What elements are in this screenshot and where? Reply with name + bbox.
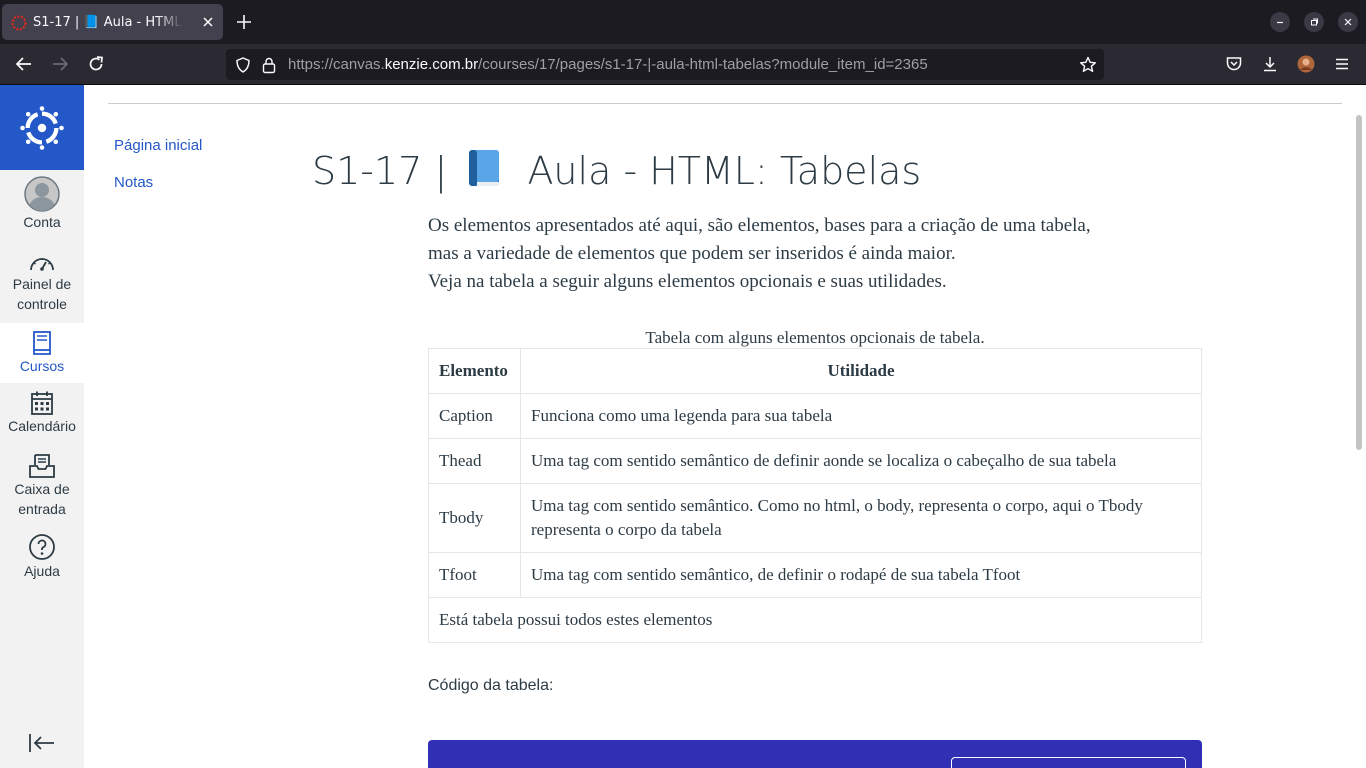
global-nav-help-label: Ajuda	[24, 563, 60, 579]
header-utilidade: Utilidade	[520, 348, 1202, 394]
course-nav-home-link[interactable]: Página inicial	[114, 135, 202, 157]
table-row: Tbody Uma tag com sentido semântico. Com…	[428, 483, 1202, 553]
restore-window-icon[interactable]	[1304, 12, 1324, 32]
page-title-prefix: S1-17 |	[312, 149, 448, 193]
shield-icon[interactable]	[234, 56, 252, 74]
table-cell-utility: Uma tag com sentido semântico. Como no h…	[520, 483, 1202, 553]
url-path: /courses/17/pages/s1-17-|-aula-html-tabe…	[478, 56, 928, 73]
intro-line: Os elementos apresentados até aqui, são …	[428, 215, 1091, 236]
intro-line: mas a variedade de elementos que podem s…	[428, 243, 956, 264]
table-header-row: Elemento Utilidade	[428, 348, 1202, 394]
url-domain: kenzie.com.br	[384, 56, 479, 73]
global-nav-calendar[interactable]: Calendário	[0, 390, 84, 450]
close-window-icon[interactable]	[1338, 12, 1358, 32]
address-bar[interactable]: https://canvas.kenzie.com.br/courses/17/…	[226, 49, 1104, 80]
tab-title: S1-17 | 📘 Aula - HTML: Tabelas	[33, 15, 183, 30]
course-nav-grades-link[interactable]: Notas	[114, 172, 202, 194]
url-prefix: https://canvas.	[288, 56, 385, 73]
table-cell-element: Tfoot	[428, 552, 521, 598]
profile-avatar-icon[interactable]	[1296, 54, 1316, 74]
table-cell-utility: Uma tag com sentido semântico de definir…	[520, 438, 1202, 484]
table-cell-utility: Funciona como uma legenda para sua tabel…	[520, 393, 1202, 439]
lock-icon[interactable]	[261, 56, 277, 74]
account-avatar-icon	[24, 176, 60, 212]
global-nav-help[interactable]: Ajuda	[0, 533, 84, 583]
global-nav-account[interactable]: Conta	[0, 176, 84, 236]
global-nav-dashboard[interactable]: Painel de controle	[0, 252, 84, 317]
tab-close-icon[interactable]	[202, 16, 214, 28]
table-row: Tfoot Uma tag com sentido semântico, de …	[428, 552, 1202, 598]
browser-nav-bar: https://canvas.kenzie.com.br/courses/17/…	[0, 44, 1366, 85]
canvas-favicon-icon	[11, 15, 27, 31]
canvas-logo[interactable]	[0, 85, 84, 170]
blue-book-icon	[469, 150, 500, 186]
browser-tab-bar: S1-17 | 📘 Aula - HTML: Tabelas	[0, 0, 1366, 44]
global-nav-dashboard-label: Painel de	[12, 276, 72, 292]
table-cell-utility: Uma tag com sentido semântico, de defini…	[520, 552, 1202, 598]
page-scrollbar[interactable]	[1356, 115, 1362, 450]
table-cell-element: Tbody	[428, 483, 521, 553]
table-row: Thead Uma tag com sentido semântico de d…	[428, 438, 1202, 484]
table-cell-element: Thead	[428, 438, 521, 484]
global-nav-courses-label: Cursos	[19, 358, 65, 374]
global-nav-inbox-label: Caixa de	[14, 481, 70, 497]
table-caption: Tabela com alguns elementos opcionais de…	[645, 328, 985, 347]
code-label: Código da tabela:	[428, 677, 554, 694]
table-row: Caption Funciona como uma legenda para s…	[428, 393, 1202, 439]
forward-arrow-icon[interactable]	[50, 54, 70, 74]
pocket-icon[interactable]	[1224, 54, 1244, 74]
page-title: S1-17 | Aula - HTML: Tabelas	[312, 146, 921, 196]
intro-line: Veja na tabela a seguir alguns elementos…	[428, 271, 947, 292]
table-footer-row: Está tabela possui todos estes elementos	[428, 597, 1202, 643]
global-nav-dashboard-label-2: controle	[17, 296, 67, 312]
table-cell-element: Caption	[428, 393, 521, 439]
global-nav-inbox[interactable]: Caixa de entrada	[0, 453, 84, 521]
global-nav-inbox-label-2: entrada	[18, 501, 66, 517]
global-nav-courses[interactable]: Cursos	[0, 323, 84, 383]
back-arrow-icon[interactable]	[14, 54, 34, 74]
calendar-icon	[31, 391, 53, 415]
url-text[interactable]: https://canvas.kenzie.com.br/courses/17/…	[288, 55, 928, 74]
global-nav-account-label: Conta	[23, 214, 61, 230]
inbox-icon	[29, 454, 55, 478]
help-icon	[29, 534, 55, 560]
code-block-button[interactable]	[951, 757, 1186, 768]
reload-icon[interactable]	[86, 54, 106, 74]
collapse-nav-icon[interactable]	[28, 732, 56, 754]
intro-paragraph: Os elementos apresentados até aqui, são …	[428, 212, 1208, 296]
dashboard-icon	[30, 258, 54, 271]
code-block	[428, 740, 1202, 768]
table-footer-cell: Está tabela possui todos estes elementos	[428, 597, 1202, 643]
elements-table: Elemento Utilidade Caption Funciona como…	[428, 348, 1202, 643]
header-elemento: Elemento	[428, 348, 521, 394]
page-title-suffix: Aula - HTML: Tabelas	[527, 149, 922, 193]
browser-tab[interactable]: S1-17 | 📘 Aula - HTML: Tabelas	[2, 4, 223, 40]
minimize-window-icon[interactable]	[1270, 12, 1290, 32]
bookmark-star-icon[interactable]	[1078, 55, 1098, 75]
course-navigation: Página inicial Notas	[114, 135, 202, 209]
global-navigation: Conta Painel de controle Cursos Calendár…	[0, 85, 84, 768]
global-nav-calendar-label: Calendário	[8, 418, 76, 434]
download-icon[interactable]	[1260, 54, 1280, 74]
canvas-logo-icon	[20, 106, 64, 150]
header-divider	[108, 103, 1342, 104]
courses-icon	[33, 331, 51, 355]
new-tab-plus-icon[interactable]	[234, 12, 254, 32]
menu-hamburger-icon[interactable]	[1332, 54, 1352, 74]
